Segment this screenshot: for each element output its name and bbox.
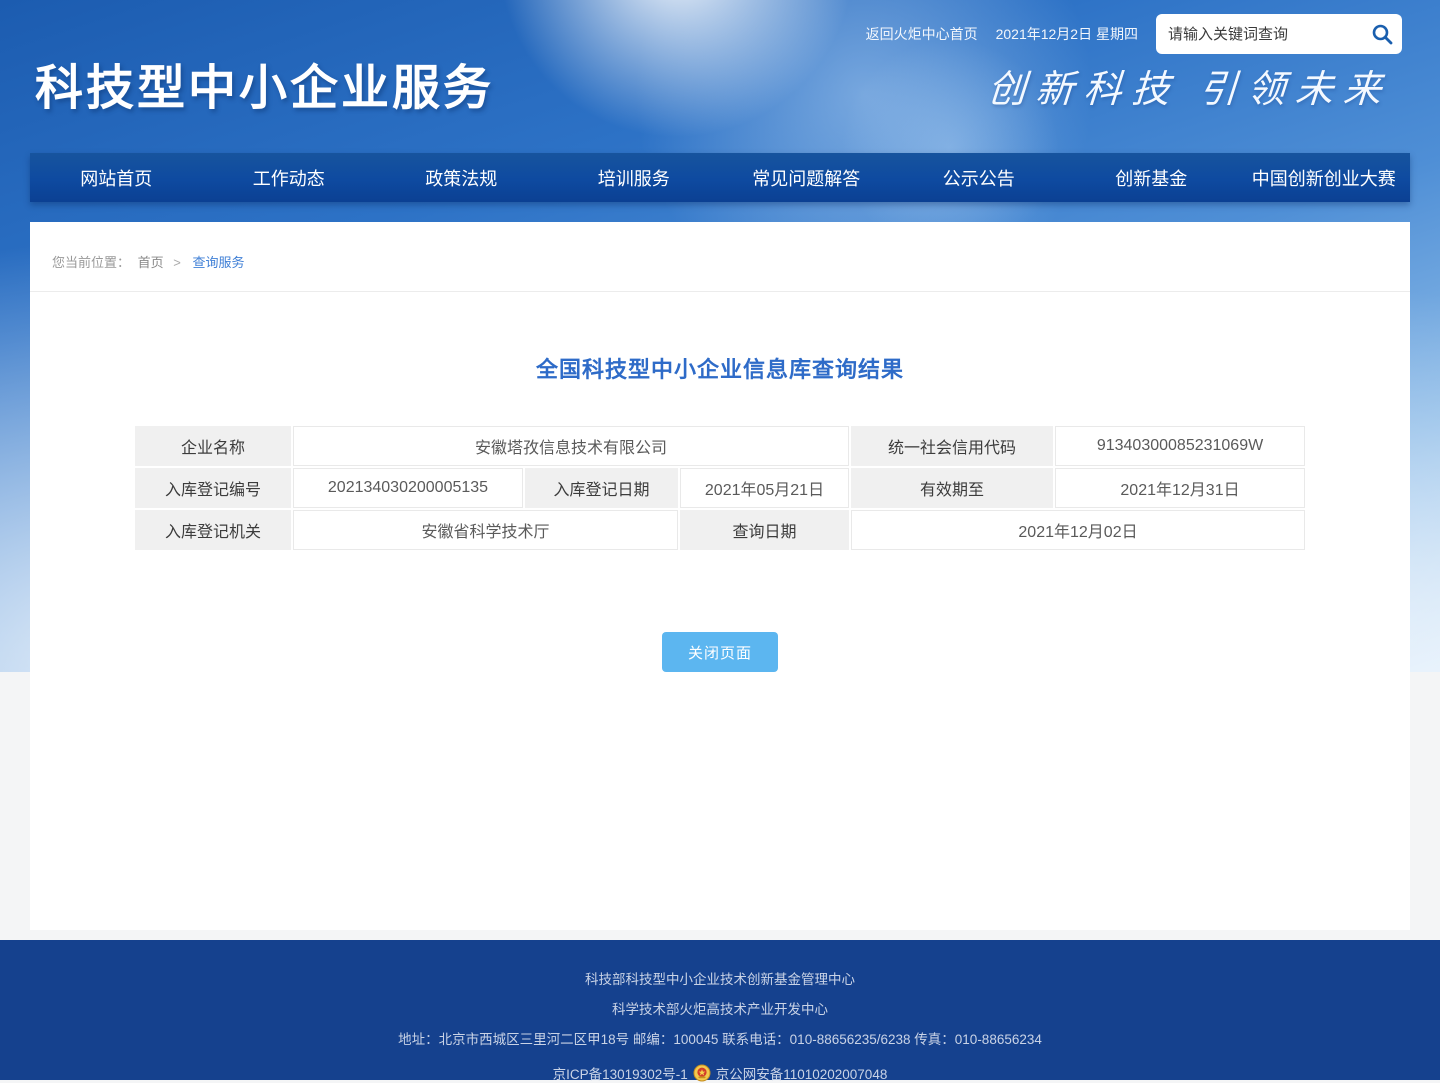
table-row: 企业名称 安徽塔孜信息技术有限公司 统一社会信用代码 9134030008523… xyxy=(135,426,1305,466)
page-footer: 科技部科技型中小企业技术创新基金管理中心 科学技术部火炬高技术产业开发中心 地址… xyxy=(0,940,1440,1080)
footer-contact-line: 地址：北京市西城区三里河二区甲18号 邮编：100045 联系电话：010-88… xyxy=(0,1033,1440,1047)
nav-item-policies[interactable]: 政策法规 xyxy=(375,153,548,202)
site-slogan: 创新科技 引领未来 xyxy=(987,58,1394,113)
breadcrumb-home-link[interactable]: 首页 xyxy=(138,255,164,270)
reg-authority-value: 安徽省科学技术厅 xyxy=(293,510,678,550)
table-row: 入库登记机关 安徽省科学技术厅 查询日期 2021年12月02日 xyxy=(135,510,1305,550)
reg-authority-label: 入库登记机关 xyxy=(135,510,291,550)
back-to-torch-center-link[interactable]: 返回火炬中心首页 xyxy=(866,24,978,44)
breadcrumb-separator: > xyxy=(173,255,181,270)
footer-org-line-2: 科学技术部火炬高技术产业开发中心 xyxy=(0,1003,1440,1017)
valid-until-value: 2021年12月31日 xyxy=(1055,468,1305,508)
search-box xyxy=(1156,14,1402,54)
nav-item-faq[interactable]: 常见问题解答 xyxy=(720,153,893,202)
main-navigation: 网站首页 工作动态 政策法规 培训服务 常见问题解答 公示公告 创新基金 中国创… xyxy=(30,153,1410,202)
content-panel: 您当前位置： 首页 > 查询服务 全国科技型中小企业信息库查询结果 企业名称 安… xyxy=(30,222,1410,930)
reg-date-label: 入库登记日期 xyxy=(525,468,678,508)
company-name-value: 安徽塔孜信息技术有限公司 xyxy=(293,426,849,466)
current-date-text: 2021年12月2日 星期四 xyxy=(996,24,1138,44)
police-badge-icon xyxy=(693,1064,711,1082)
breadcrumb: 您当前位置： 首页 > 查询服务 xyxy=(30,222,1410,292)
table-row: 入库登记编号 202134030200005135 入库登记日期 2021年05… xyxy=(135,468,1305,508)
close-page-button[interactable]: 关闭页面 xyxy=(662,632,778,672)
credit-code-value: 91340300085231069W xyxy=(1055,426,1305,466)
valid-until-label: 有效期至 xyxy=(851,468,1053,508)
reg-date-value: 2021年05月21日 xyxy=(680,468,849,508)
page-title: 全国科技型中小企业信息库查询结果 xyxy=(30,352,1410,384)
police-record-link[interactable]: 京公网安备11010202007048 xyxy=(716,1063,888,1083)
reg-number-value: 202134030200005135 xyxy=(293,468,523,508)
nav-item-training[interactable]: 培训服务 xyxy=(548,153,721,202)
query-result-table: 企业名称 安徽塔孜信息技术有限公司 统一社会信用代码 9134030008523… xyxy=(133,424,1307,552)
topbar: 返回火炬中心首页 2021年12月2日 星期四 xyxy=(866,14,1402,54)
query-date-value: 2021年12月02日 xyxy=(851,510,1305,550)
nav-item-announcements[interactable]: 公示公告 xyxy=(893,153,1066,202)
search-icon xyxy=(1370,22,1394,46)
breadcrumb-current-link[interactable]: 查询服务 xyxy=(193,255,245,270)
icp-license-link[interactable]: 京ICP备13019302号-1 xyxy=(553,1063,688,1083)
nav-item-work-news[interactable]: 工作动态 xyxy=(203,153,376,202)
site-title: 科技型中小企业服务 xyxy=(35,48,494,118)
footer-registration-line: 京ICP备13019302号-1 京公网安备11010202007048 xyxy=(0,1063,1440,1083)
footer-org-line-1: 科技部科技型中小企业技术创新基金管理中心 xyxy=(0,973,1440,987)
credit-code-label: 统一社会信用代码 xyxy=(851,426,1053,466)
search-button[interactable] xyxy=(1370,22,1394,46)
breadcrumb-prefix: 您当前位置： xyxy=(52,255,130,270)
search-input[interactable] xyxy=(1168,26,1370,43)
company-name-label: 企业名称 xyxy=(135,426,291,466)
query-date-label: 查询日期 xyxy=(680,510,849,550)
nav-item-innovation-fund[interactable]: 创新基金 xyxy=(1065,153,1238,202)
nav-item-home[interactable]: 网站首页 xyxy=(30,153,203,202)
nav-item-innovation-contest[interactable]: 中国创新创业大赛 xyxy=(1238,153,1411,202)
reg-number-label: 入库登记编号 xyxy=(135,468,291,508)
